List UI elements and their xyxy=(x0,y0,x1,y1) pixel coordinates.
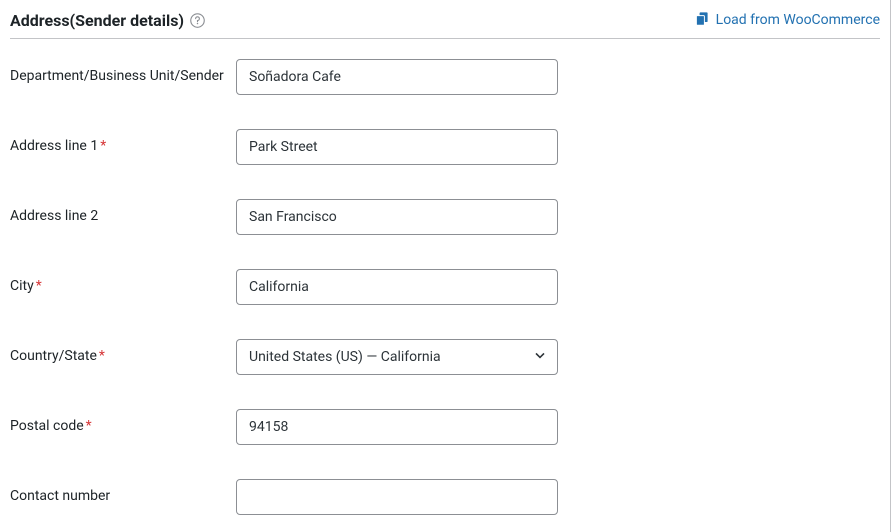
city-input[interactable] xyxy=(236,269,558,305)
form-row-address1: Address line 1* xyxy=(10,129,880,165)
help-icon[interactable] xyxy=(190,13,205,28)
postal-label: Postal code* xyxy=(10,409,236,435)
country-state-select[interactable]: United States (US) — California xyxy=(236,339,558,375)
required-mark: * xyxy=(36,278,42,294)
required-mark: * xyxy=(99,348,105,364)
required-mark: * xyxy=(86,418,92,434)
address2-input[interactable] xyxy=(236,199,558,235)
form-row-city: City* xyxy=(10,269,880,305)
business-label: Department/Business Unit/Sender xyxy=(10,59,236,85)
address1-input[interactable] xyxy=(236,129,558,165)
country-state-label: Country/State* xyxy=(10,339,236,365)
required-mark: * xyxy=(100,138,106,154)
copy-icon xyxy=(694,10,710,30)
form-row-business: Department/Business Unit/Sender xyxy=(10,59,880,95)
contact-label: Contact number xyxy=(10,479,236,505)
address1-label: Address line 1* xyxy=(10,129,236,155)
load-link-text: Load from WooCommerce xyxy=(716,12,880,28)
business-input[interactable] xyxy=(236,59,558,95)
country-state-select-wrap: United States (US) — California xyxy=(236,339,558,375)
section-title: Address(Sender details) xyxy=(10,11,184,30)
form-row-country: Country/State* United States (US) — Cali… xyxy=(10,339,880,375)
city-label: City* xyxy=(10,269,236,295)
address2-label: Address line 2 xyxy=(10,199,236,225)
section-title-wrap: Address(Sender details) xyxy=(10,11,205,30)
load-from-woocommerce-link[interactable]: Load from WooCommerce xyxy=(694,10,880,30)
form-row-contact: Contact number xyxy=(10,479,880,515)
section-header: Address(Sender details) Load from WooCom… xyxy=(10,10,880,39)
form-row-address2: Address line 2 xyxy=(10,199,880,235)
contact-input[interactable] xyxy=(236,479,558,515)
form-row-postal: Postal code* xyxy=(10,409,880,445)
postal-input[interactable] xyxy=(236,409,558,445)
